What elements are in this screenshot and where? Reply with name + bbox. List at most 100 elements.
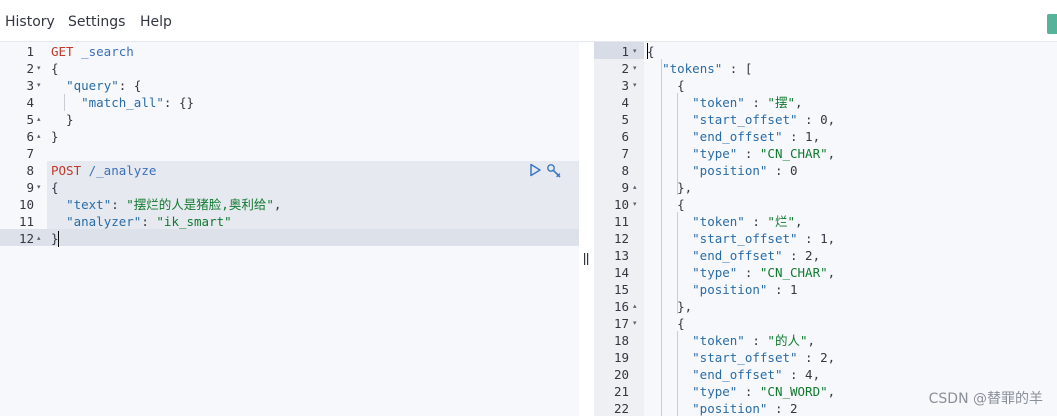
response-line: "token" : "烂", <box>692 214 803 229</box>
indent-guide <box>64 94 65 111</box>
pane-resizer[interactable] <box>579 42 594 416</box>
watermark: CSDN @替罪的羊 <box>928 391 1043 407</box>
line-number: 7 <box>26 146 34 161</box>
menu-settings[interactable]: Settings <box>68 14 125 30</box>
line-number: 12 <box>18 231 34 246</box>
response-line: "end_offset" : 2, <box>692 248 821 263</box>
menu-history[interactable]: History <box>5 14 55 30</box>
accent-tab[interactable] <box>1047 14 1057 34</box>
line-number: 8 <box>26 163 34 178</box>
code-line-1: GET _search <box>51 43 134 60</box>
indent-guide <box>661 59 662 416</box>
fold-open-icon[interactable]: ▾ <box>37 60 41 77</box>
response-line: { <box>647 197 685 212</box>
fold-open-icon[interactable]: ▾ <box>633 196 637 213</box>
drag-handle-icon[interactable] <box>584 253 589 265</box>
code-line-3: "query": { <box>66 78 142 93</box>
request-editor[interactable]: 1 2 ▾ 3 ▾ 4 5 ▴ 6 ▴ 7 8 9 ▾ 10 11 12 ▴ GET _search { "que… <box>0 42 579 416</box>
fold-open-icon[interactable]: ▾ <box>633 60 637 77</box>
line-number: 15 <box>613 282 629 297</box>
play-icon[interactable] <box>528 163 542 177</box>
line-number: 1 <box>26 44 34 59</box>
http-method: POST <box>51 163 82 178</box>
line-number: 19 <box>613 350 629 365</box>
line-number: 11 <box>18 214 34 229</box>
line-number: 7 <box>621 146 629 161</box>
line-number: 13 <box>613 248 629 263</box>
response-line: "position" : 1 <box>692 282 798 297</box>
active-line-highlight <box>0 229 579 246</box>
line-number: 2 <box>26 61 34 76</box>
response-line: }, <box>647 299 693 314</box>
fold-close-icon[interactable]: ▴ <box>633 179 637 196</box>
line-number: 10 <box>613 197 629 212</box>
response-line: "type" : "CN_CHAR", <box>692 146 836 161</box>
code-line-8: POST /_analyze <box>51 162 156 179</box>
http-method: GET <box>51 44 74 59</box>
code-line-2: { <box>51 61 59 76</box>
text-cursor <box>58 231 59 247</box>
fold-close-icon[interactable]: ▴ <box>37 111 41 128</box>
line-number: 2 <box>621 61 629 76</box>
line-number: 16 <box>613 299 629 314</box>
line-number: 17 <box>613 316 629 331</box>
line-number: 14 <box>613 265 629 280</box>
fold-open-icon[interactable]: ▾ <box>37 179 41 196</box>
code-line-11: "analyzer": "ik_smart" <box>66 214 232 229</box>
fold-close-icon[interactable]: ▴ <box>633 298 637 315</box>
fold-close-icon[interactable]: ▴ <box>37 128 41 145</box>
response-line: "start_offset" : 0, <box>692 112 836 127</box>
line-number: 6 <box>621 129 629 144</box>
request-path: _search <box>73 44 134 59</box>
menu-help[interactable]: Help <box>140 14 172 30</box>
line-number: 3 <box>621 78 629 93</box>
line-number: 4 <box>26 95 34 110</box>
line-number: 1 <box>621 44 629 59</box>
line-number: 9 <box>621 180 629 195</box>
line-number: 18 <box>613 333 629 348</box>
line-number: 8 <box>621 163 629 178</box>
response-line: "tokens" : [ <box>662 61 753 76</box>
top-menu-bar: History Settings Help <box>0 0 1057 42</box>
fold-open-icon[interactable]: ▾ <box>633 77 637 94</box>
indent-guide <box>677 93 678 195</box>
response-editor[interactable]: 1 ▾ 2 ▾ 3 ▾ 4 5 6 7 8 9 ▴ 10 ▾ 11 12 13 14 15 16 ▴ 17 ▾ 18 19 20 21… <box>594 42 1057 416</box>
code-line-9: { <box>51 180 59 195</box>
response-line: "start_offset" : 1, <box>692 231 836 246</box>
fold-open-icon[interactable]: ▾ <box>633 43 637 60</box>
indent-guide <box>677 331 678 416</box>
code-line-10: "text": "摆烂的人是猪脸,奥利给", <box>66 197 282 212</box>
response-line: { <box>647 78 685 93</box>
line-number: 5 <box>621 112 629 127</box>
response-line: }, <box>647 180 693 195</box>
code-line-4: "match_all": {} <box>81 95 195 110</box>
line-number: 22 <box>613 401 629 416</box>
request-path: /_analyze <box>81 163 157 178</box>
response-line: { <box>647 44 655 59</box>
response-line: "token" : "摆", <box>692 95 803 110</box>
line-number: 9 <box>26 180 34 195</box>
fold-open-icon[interactable]: ▾ <box>37 77 41 94</box>
line-number: 5 <box>26 112 34 127</box>
response-line: "end_offset" : 4, <box>692 367 821 382</box>
response-line: "type" : "CN_CHAR", <box>692 265 836 280</box>
line-number: 12 <box>613 231 629 246</box>
line-number: 3 <box>26 78 34 93</box>
response-line: "position" : 2 <box>692 401 798 416</box>
response-line: "start_offset" : 2, <box>692 350 836 365</box>
indent-guide <box>677 212 678 314</box>
fold-close-icon[interactable]: ▴ <box>37 230 41 247</box>
line-number: 4 <box>621 95 629 110</box>
line-number: 10 <box>18 197 34 212</box>
line-number: 21 <box>613 384 629 399</box>
response-line: "type" : "CN_WORD", <box>692 384 836 399</box>
response-line: "end_offset" : 1, <box>692 129 821 144</box>
response-line: "position" : 0 <box>692 163 798 178</box>
text-cursor <box>647 43 648 59</box>
fold-open-icon[interactable]: ▾ <box>633 315 637 332</box>
line-number: 20 <box>613 367 629 382</box>
response-line: "token" : "的人", <box>692 333 816 348</box>
response-line: { <box>647 316 685 331</box>
wrench-icon[interactable] <box>546 163 562 179</box>
code-line-5: } <box>51 112 74 127</box>
